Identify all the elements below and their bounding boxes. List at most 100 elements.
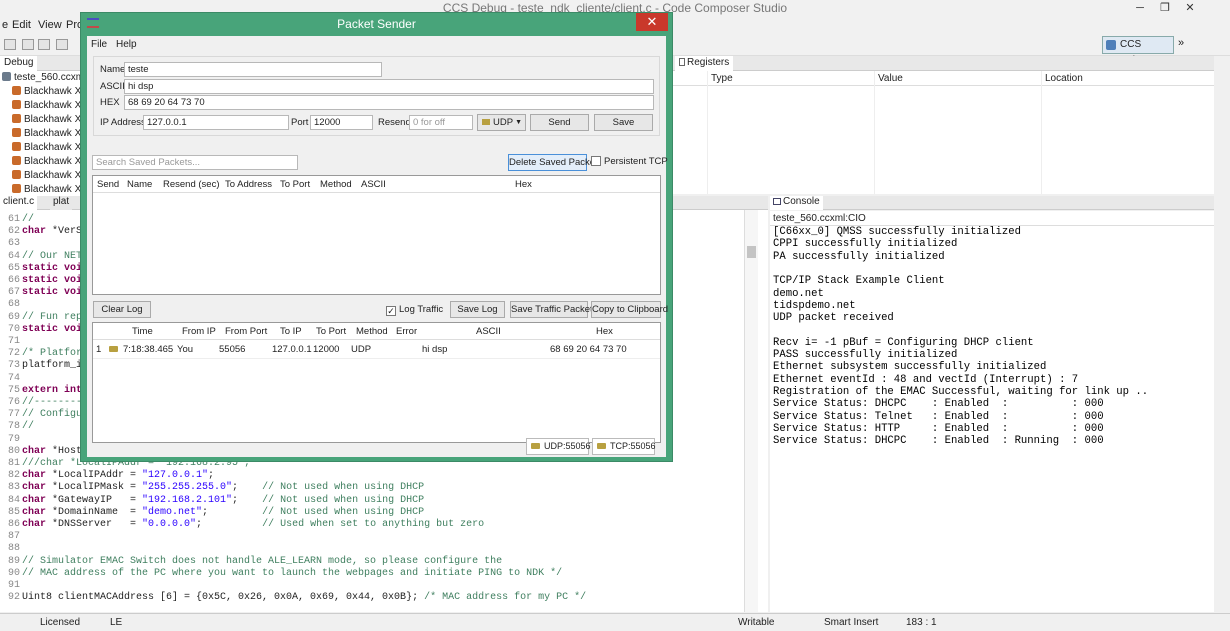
toolbar-print-icon[interactable] xyxy=(56,39,68,50)
status-writable: Writable xyxy=(738,617,775,628)
code-token: // MAC address of the PC where you want … xyxy=(22,567,563,579)
close-icon[interactable]: ✕ xyxy=(1178,0,1202,16)
code-token: ; xyxy=(202,506,263,518)
log-col-to-port[interactable]: To Port xyxy=(316,323,346,340)
code-line: 74 xyxy=(0,373,22,385)
traffic-log-table[interactable]: Time From IP From Port To IP To Port Met… xyxy=(92,322,661,443)
toolbar-new-icon[interactable] xyxy=(4,39,16,50)
packet-sender-window: Packet Sender ✕ File Help Name teste ASC… xyxy=(80,12,673,462)
log-col-from-port[interactable]: From Port xyxy=(225,323,267,340)
code-token: // Configu xyxy=(22,409,83,421)
port-input[interactable]: 12000 xyxy=(310,115,373,130)
saved-col-to-port[interactable]: To Port xyxy=(280,176,310,193)
resend-input[interactable]: 0 for off xyxy=(409,115,473,130)
tab-console[interactable]: Console xyxy=(770,196,823,210)
ip-address-input[interactable]: 127.0.0.1 xyxy=(143,115,289,130)
log-col-hex[interactable]: Hex xyxy=(596,323,613,340)
perspective-ccs-debug[interactable]: CCS Debug xyxy=(1102,36,1174,66)
maximize-icon[interactable]: ❐ xyxy=(1153,0,1177,16)
ascii-label: ASCII xyxy=(100,81,125,92)
ps-menu-help[interactable]: Help xyxy=(116,39,137,50)
editor-scroll-thumb[interactable] xyxy=(747,246,756,258)
menu-file[interactable]: e xyxy=(2,19,8,31)
delete-saved-packet-button[interactable]: Delete Saved Packet xyxy=(508,154,598,171)
code-token: "255.255.255.0" xyxy=(142,482,233,494)
tab-client-c[interactable]: client.c xyxy=(0,196,38,210)
registers-column-location[interactable]: Location xyxy=(1045,73,1083,84)
log-traffic-checkbox[interactable]: ✓ Log Traffic xyxy=(386,304,443,316)
code-token: char xyxy=(22,494,47,506)
send-button[interactable]: Send xyxy=(530,114,589,131)
save-log-button[interactable]: Save Log xyxy=(450,301,505,318)
debug-tree: teste_560.ccxm Blackhawk X Blackhawk X B… xyxy=(0,71,82,196)
name-input[interactable]: teste xyxy=(124,62,382,77)
code-token: // xyxy=(22,421,35,433)
menu-edit[interactable]: Edit xyxy=(12,19,31,31)
log-traffic-label: Log Traffic xyxy=(399,304,444,315)
save-button[interactable]: Save xyxy=(594,114,653,131)
log-cell-from-ip: You xyxy=(177,344,194,355)
toolbar-save-icon[interactable] xyxy=(22,39,34,50)
saved-col-method[interactable]: Method xyxy=(320,176,352,193)
debug-tree-item[interactable]: Blackhawk X xyxy=(12,142,81,156)
code-line: 73 platform_i xyxy=(0,360,82,372)
saved-col-to-address[interactable]: To Address xyxy=(225,176,272,193)
code-line: 71 xyxy=(0,336,22,348)
debug-tree-item-label: Blackhawk X xyxy=(24,100,82,111)
debug-tree-item[interactable]: Blackhawk X xyxy=(12,114,81,128)
saved-col-resend[interactable]: Resend (sec) xyxy=(163,176,220,193)
copy-to-clipboard-button[interactable]: Copy to Clipboard xyxy=(591,301,668,318)
code-token: "0.0.0.0" xyxy=(142,519,197,530)
saved-col-hex[interactable]: Hex xyxy=(515,176,532,193)
code-line: 72/* Platfor xyxy=(0,348,82,360)
registers-column-type[interactable]: Type xyxy=(711,73,733,84)
saved-col-ascii[interactable]: ASCII xyxy=(361,176,386,193)
toolbar-save-all-icon[interactable] xyxy=(38,39,50,50)
log-col-method[interactable]: Method xyxy=(356,323,388,340)
saved-packets-table[interactable]: Send Name Resend (sec) To Address To Por… xyxy=(92,175,661,295)
tab-debug[interactable]: Debug xyxy=(0,56,38,71)
log-col-from-ip[interactable]: From IP xyxy=(182,323,216,340)
log-col-to-ip[interactable]: To IP xyxy=(280,323,302,340)
code-token: // Used when set to anything but zero xyxy=(262,519,485,530)
saved-col-send[interactable]: Send xyxy=(97,176,119,193)
tcp-status-icon xyxy=(597,443,606,449)
code-line: 63 xyxy=(0,238,22,250)
persistent-tcp-checkbox[interactable]: Persistent TCP xyxy=(591,156,668,167)
hex-input[interactable]: 68 69 20 64 73 70 xyxy=(124,95,654,110)
ascii-input[interactable]: hi dsp xyxy=(124,79,654,94)
registers-column-value[interactable]: Value xyxy=(878,73,903,84)
debug-tree-item[interactable]: Blackhawk X xyxy=(12,128,81,142)
debug-tree-item[interactable]: Blackhawk X xyxy=(12,86,81,100)
ps-menu-file[interactable]: File xyxy=(91,39,107,50)
tcp-port-label: TCP:55056 xyxy=(610,441,656,451)
console-output[interactable]: [C66xx_0] QMSS successfully initialized C… xyxy=(770,226,1214,612)
debug-tree-item[interactable]: Blackhawk X xyxy=(12,184,81,196)
saved-col-name[interactable]: Name xyxy=(127,176,152,193)
line-number: 75 xyxy=(7,384,20,396)
log-col-ascii[interactable]: ASCII xyxy=(476,323,501,340)
debug-tree-item[interactable]: Blackhawk X xyxy=(12,100,81,114)
minimize-icon[interactable]: ─ xyxy=(1128,0,1152,16)
packet-sender-close-icon[interactable]: ✕ xyxy=(636,13,668,31)
udp-packet-icon xyxy=(109,346,118,352)
search-saved-packets-input[interactable]: Search Saved Packets... xyxy=(92,155,298,170)
code-token: *VerS xyxy=(46,226,83,238)
debug-tree-item[interactable]: Blackhawk X xyxy=(12,156,81,170)
code-token: /* MAC address for my PC */ xyxy=(424,592,587,604)
log-col-time[interactable]: Time xyxy=(132,323,153,340)
editor-scrollbar[interactable] xyxy=(744,210,758,612)
debug-tree-item[interactable]: Blackhawk X xyxy=(12,170,81,184)
debug-tree-root[interactable]: teste_560.ccxm xyxy=(2,72,82,86)
menu-view[interactable]: View xyxy=(38,19,62,31)
tab-platform[interactable]: plat xyxy=(50,196,73,210)
log-col-error[interactable]: Error xyxy=(396,323,417,340)
table-row[interactable]: 1 7:18:38.465 You 55056 127.0.0.1 12000 … xyxy=(93,341,660,359)
log-cell-from-port: 55056 xyxy=(219,344,246,355)
clear-log-button[interactable]: Clear Log xyxy=(93,301,151,318)
console-tabbar: Console xyxy=(770,196,1214,210)
tab-registers[interactable]: Registers xyxy=(675,56,734,71)
save-traffic-packet-button[interactable]: Save Traffic Packet xyxy=(510,301,593,318)
protocol-select[interactable]: UDP ▼ xyxy=(477,114,526,131)
more-perspectives-icon[interactable]: » xyxy=(1178,37,1184,49)
